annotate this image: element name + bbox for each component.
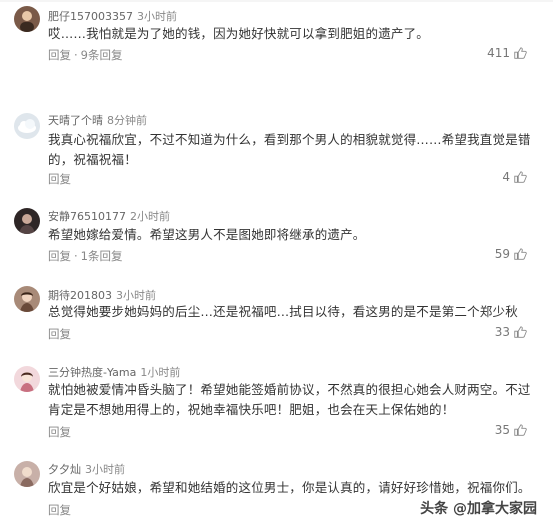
avatar[interactable] bbox=[14, 113, 40, 139]
comment-text: 总觉得她要步她妈妈的后尘…还是祝福吧…拭目以待，看这男的是不是第二个郑少秋 bbox=[48, 304, 518, 319]
username[interactable]: 天晴了个晴 bbox=[48, 114, 103, 127]
username[interactable]: 肥仔157003357 bbox=[48, 10, 133, 23]
comment-text: 哎……我怕就是为了她的钱，因为她好快就可以拿到肥姐的遗产了。 bbox=[48, 26, 430, 41]
comment-text: 我真心祝福欣宜，不过不知道为什么，看到那个男人的相貌就觉得……希望我直觉是错的，… bbox=[48, 132, 531, 167]
reply-button[interactable]: 回复 bbox=[48, 48, 71, 62]
avatar[interactable] bbox=[14, 366, 40, 392]
timestamp: 3小时前 bbox=[85, 463, 125, 476]
like-button[interactable]: 59 bbox=[495, 247, 527, 261]
comment-meta: 期待201803 3小时前 bbox=[48, 287, 156, 303]
comment-meta: 安静76510177 2小时前 bbox=[48, 208, 170, 224]
comment-meta: 三分钟热度-Yama 1小时前 bbox=[48, 364, 180, 380]
comment-actions: 回复 · 9条回复 bbox=[48, 48, 123, 62]
avatar[interactable] bbox=[14, 6, 40, 32]
watermark: 头条 @加拿大家园 bbox=[416, 496, 541, 520]
reply-button[interactable]: 回复 bbox=[48, 425, 71, 439]
avatar[interactable] bbox=[14, 286, 40, 312]
comment-text: 欣宜是个好姑娘，希望和她结婚的这位男士，你是认真的，请好好珍惜她，祝福你们。 bbox=[48, 480, 531, 495]
username[interactable]: 三分钟热度-Yama bbox=[48, 366, 136, 379]
timestamp: 8分钟前 bbox=[107, 114, 147, 127]
timestamp: 3小时前 bbox=[137, 10, 177, 23]
timestamp: 3小时前 bbox=[116, 289, 156, 302]
like-count: 33 bbox=[494, 325, 510, 339]
username[interactable]: 夕夕灿 bbox=[48, 463, 81, 476]
avatar[interactable] bbox=[14, 461, 40, 487]
comment-text: 就怕她被爱情冲昏头脑了！希望她能签婚前协议，不然真的很担心她会人财两空。不过肯定… bbox=[48, 382, 531, 417]
comment-text: 希望她嫁给爱情。希望这男人不是图她即将继承的遗产。 bbox=[48, 227, 366, 242]
username[interactable]: 期待201803 bbox=[48, 289, 112, 302]
timestamp: 2小时前 bbox=[130, 210, 170, 223]
avatar[interactable] bbox=[14, 208, 40, 234]
like-count: 4 bbox=[502, 170, 510, 184]
like-button[interactable]: 4 bbox=[502, 170, 527, 184]
comment-actions: 回复 bbox=[48, 326, 71, 342]
like-button[interactable]: 411 bbox=[487, 46, 527, 60]
thumbs-up-icon bbox=[513, 46, 527, 60]
reply-button[interactable]: 回复 bbox=[48, 172, 71, 186]
comment-actions: 回复 bbox=[48, 424, 71, 440]
comment-actions: 回复 · 1条回复 bbox=[48, 249, 123, 263]
view-replies-link[interactable]: 1条回复 bbox=[81, 249, 123, 263]
comment-meta: 夕夕灿 3小时前 bbox=[48, 461, 125, 477]
comment-actions: 回复 bbox=[48, 502, 71, 518]
thumbs-up-icon bbox=[513, 325, 527, 339]
timestamp: 1小时前 bbox=[140, 366, 181, 379]
like-count: 59 bbox=[494, 247, 510, 261]
reply-button[interactable]: 回复 bbox=[48, 503, 71, 517]
like-button[interactable]: 33 bbox=[495, 325, 527, 339]
like-button[interactable]: 35 bbox=[495, 423, 527, 437]
thumbs-up-icon bbox=[513, 170, 527, 184]
reply-button[interactable]: 回复 bbox=[48, 249, 71, 263]
like-count: 35 bbox=[494, 423, 510, 437]
top-edge bbox=[0, 0, 553, 2]
comment-meta: 天晴了个晴 8分钟前 bbox=[48, 112, 147, 128]
thumbs-up-icon bbox=[513, 247, 527, 261]
comment-actions: 回复 bbox=[48, 171, 71, 187]
like-count: 411 bbox=[487, 46, 510, 60]
thumbs-up-icon bbox=[513, 423, 527, 437]
comment-meta: 肥仔157003357 3小时前 bbox=[48, 8, 177, 24]
username[interactable]: 安静76510177 bbox=[48, 210, 126, 223]
view-replies-link[interactable]: 9条回复 bbox=[81, 48, 123, 62]
reply-button[interactable]: 回复 bbox=[48, 327, 71, 341]
